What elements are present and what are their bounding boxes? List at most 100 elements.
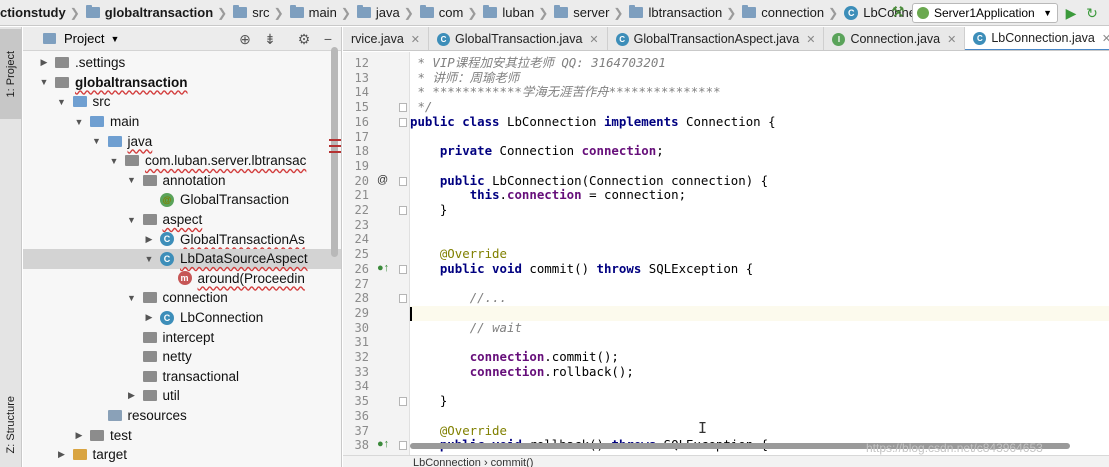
- rerun-icon[interactable]: ↻: [1083, 4, 1101, 22]
- tool-tab-structure[interactable]: Z: Structure: [0, 383, 22, 467]
- fold-marker-icon[interactable]: [399, 441, 407, 451]
- tree-node[interactable]: ▼ java: [23, 131, 341, 151]
- folder-icon: [55, 57, 69, 69]
- close-icon[interactable]: ✕: [1102, 32, 1109, 45]
- breadcrumb-item[interactable]: main ❯: [286, 0, 353, 25]
- fold-marker-icon[interactable]: [399, 264, 407, 274]
- breadcrumb-label: main: [308, 5, 337, 20]
- chevron-down-icon[interactable]: ▼: [57, 97, 67, 107]
- tree-node[interactable]: ▶ target: [23, 445, 341, 465]
- folder-icon: [289, 5, 304, 18]
- breadcrumb-label: globaltransaction: [104, 5, 214, 20]
- fold-marker-icon[interactable]: [399, 397, 407, 407]
- breadcrumb-item[interactable]: server ❯: [550, 0, 625, 25]
- tree-node[interactable]: transactional: [23, 367, 341, 387]
- code-line: }: [410, 393, 1109, 409]
- chevron-down-icon[interactable]: ▼: [92, 136, 102, 146]
- run-configuration-label: Server1Application: [934, 6, 1035, 20]
- gear-icon[interactable]: ⚙: [295, 30, 313, 48]
- chevron-right-icon[interactable]: ▶: [39, 57, 49, 68]
- implements-method-icon[interactable]: ●↑: [377, 262, 389, 274]
- folder-icon: [419, 5, 434, 18]
- tree-node[interactable]: ▼ C LbDataSourceAspect: [23, 249, 341, 269]
- editor-tab[interactable]: rvice.java ✕: [343, 27, 430, 50]
- scroll-from-source-icon[interactable]: ⊕: [236, 30, 254, 48]
- tree-node[interactable]: ▶ C LbConnection: [23, 308, 341, 328]
- breadcrumb-item[interactable]: connection ❯: [738, 0, 840, 25]
- tree-node[interactable]: ▼ aspect: [23, 210, 341, 230]
- tool-tab-project[interactable]: 1: Project: [0, 29, 22, 119]
- project-view-selector[interactable]: Project: [64, 31, 104, 46]
- breadcrumb-item[interactable]: java ❯: [353, 0, 416, 25]
- breadcrumb-item[interactable]: luban ❯: [479, 0, 550, 25]
- resources-folder-icon: [107, 410, 122, 422]
- fold-marker-icon[interactable]: [399, 176, 407, 186]
- breadcrumb-item[interactable]: com ❯: [416, 0, 480, 25]
- editor-tab[interactable]: I Connection.java ✕: [824, 27, 966, 50]
- tree-node[interactable]: ▼ main: [23, 112, 341, 132]
- build-hammer-icon[interactable]: ⚒: [889, 4, 907, 22]
- close-icon[interactable]: ✕: [411, 33, 420, 46]
- breadcrumb-item[interactable]: globaltransaction ❯: [82, 0, 229, 25]
- chevron-right-icon[interactable]: ▶: [74, 430, 84, 441]
- chevron-right-icon[interactable]: ▶: [127, 390, 137, 401]
- chevron-right-icon: ❯: [538, 5, 549, 20]
- chevron-down-icon[interactable]: ▼: [109, 156, 119, 166]
- close-icon[interactable]: ✕: [589, 33, 598, 46]
- tree-node[interactable]: ▶ C GlobalTransactionAs: [23, 229, 341, 249]
- run-configuration-select[interactable]: Server1Application ▼: [912, 3, 1058, 23]
- chevron-down-icon[interactable]: ▼: [144, 254, 154, 264]
- chevron-down-icon[interactable]: ▼: [127, 215, 137, 225]
- code-token: //...: [469, 290, 507, 306]
- editor-tab[interactable]: C LbConnection.java ✕: [965, 27, 1109, 50]
- run-icon[interactable]: ▶: [1063, 4, 1079, 22]
- implements-method-icon[interactable]: ●↑: [377, 438, 389, 450]
- tree-node[interactable]: @ GlobalTransaction: [23, 190, 341, 210]
- fold-marker-icon[interactable]: [399, 117, 407, 127]
- tree-node[interactable]: ▶ util: [23, 386, 341, 406]
- chevron-down-icon[interactable]: ▼: [39, 77, 49, 87]
- tree-node[interactable]: netty: [23, 347, 341, 367]
- close-icon[interactable]: ✕: [806, 33, 815, 46]
- fold-marker-icon[interactable]: [399, 294, 407, 304]
- editor-tab[interactable]: C GlobalTransactionAspect.java ✕: [608, 27, 825, 50]
- usage-icon[interactable]: @: [377, 174, 388, 186]
- chevron-right-icon[interactable]: ▶: [144, 234, 154, 245]
- tree-node[interactable]: ▶ .settings: [23, 53, 341, 73]
- hide-panel-icon[interactable]: −: [319, 30, 337, 48]
- tree-node[interactable]: ▼ com.luban.server.lbtransac: [23, 151, 341, 171]
- code-editor[interactable]: * VIP课程加安其拉老师 QQ: 3164703201 * 讲师：周瑜老师 *…: [410, 52, 1109, 455]
- chevron-right-icon[interactable]: ▶: [144, 312, 154, 323]
- project-panel: Project ▼ ⊕ ⇟ ⚙ − ▶ .settings ▼ globaltrans…: [23, 27, 342, 467]
- tree-node[interactable]: ▼ globaltransaction: [23, 73, 341, 93]
- chevron-down-icon[interactable]: ▼: [74, 117, 84, 127]
- interface-icon: I: [832, 32, 846, 46]
- chevron-down-icon[interactable]: ▼: [110, 34, 119, 44]
- tree-node[interactable]: ▶ test: [23, 425, 341, 445]
- tree-node[interactable]: ▼ connection: [23, 288, 341, 308]
- chevron-down-icon[interactable]: ▼: [127, 175, 137, 185]
- tree-node-label: netty: [162, 349, 192, 365]
- tree-node[interactable]: resources: [23, 406, 341, 426]
- close-icon[interactable]: ✕: [947, 33, 956, 46]
- breadcrumb-item[interactable]: src ❯: [229, 0, 285, 25]
- project-panel-header: Project ▼ ⊕ ⇟ ⚙ −: [23, 27, 341, 51]
- line-number: 27: [354, 276, 369, 291]
- chevron-right-icon: ❯: [828, 5, 839, 20]
- tree-node[interactable]: m around(Proceedin: [23, 269, 341, 289]
- editor-tab[interactable]: C GlobalTransaction.java ✕: [429, 27, 608, 50]
- fold-marker-icon[interactable]: [399, 206, 407, 215]
- collapse-all-icon[interactable]: ⇟: [261, 30, 279, 48]
- tree-node[interactable]: ▼ src: [23, 92, 341, 112]
- tree-node[interactable]: intercept: [23, 327, 341, 347]
- fold-marker-icon[interactable]: [399, 103, 407, 113]
- tree-node[interactable]: ▼ annotation: [23, 171, 341, 191]
- chevron-right-icon: ❯: [467, 5, 478, 20]
- chevron-down-icon[interactable]: ▼: [127, 293, 137, 303]
- chevron-right-icon[interactable]: ▶: [57, 449, 67, 460]
- breadcrumb-item[interactable]: lbtransaction ❯: [625, 0, 738, 25]
- breadcrumb-item[interactable]: ctionstudy ❯: [0, 0, 82, 25]
